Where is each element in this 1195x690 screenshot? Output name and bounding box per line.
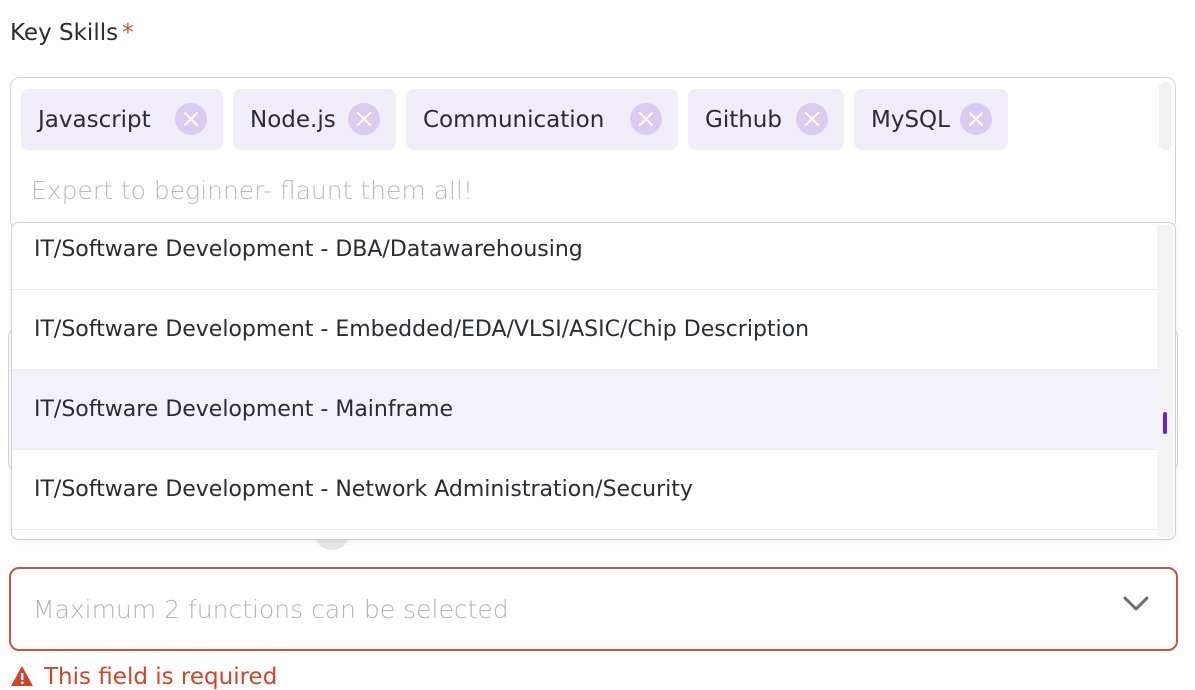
skill-chip-label: Javascript (38, 106, 151, 133)
skill-chip-label: Github (705, 106, 782, 133)
functions-select[interactable]: Maximum 2 functions can be selected (9, 567, 1178, 651)
error-icon (11, 666, 33, 686)
key-skills-label-text: Key Skills (10, 20, 119, 46)
error-text: This field is required (44, 664, 278, 690)
chevron-down-icon[interactable] (1122, 595, 1150, 617)
skill-chip-mysql: MySQL (854, 89, 1008, 150)
dropdown-scrollbar-thumb[interactable] (1163, 412, 1167, 434)
remove-chip-icon[interactable] (348, 103, 380, 135)
functions-placeholder: Maximum 2 functions can be selected (33, 594, 509, 624)
dropdown-option[interactable]: IT/Software Development - Network Admini… (12, 450, 1158, 530)
dropdown-option[interactable]: IT/Software Development - DBA/Datawareho… (12, 223, 1158, 290)
remove-chip-icon[interactable] (796, 103, 828, 135)
skills-scrollbar[interactable] (1159, 82, 1172, 150)
remove-chip-icon[interactable] (175, 103, 207, 135)
skill-chip-label: MySQL (871, 106, 950, 133)
skill-chip-label: Node.js (250, 106, 336, 133)
key-skills-field[interactable]: Javascript Node.js Communication Github … (10, 77, 1176, 230)
skill-chip-github: Github (688, 89, 844, 150)
dropdown-scrollbar[interactable] (1157, 225, 1173, 537)
dropdown-option-highlighted[interactable]: IT/Software Development - Mainframe (12, 370, 1158, 450)
required-marker: * (122, 20, 134, 46)
skill-chip-communication: Communication (406, 89, 678, 150)
remove-chip-icon[interactable] (630, 103, 662, 135)
skill-chip-nodejs: Node.js (233, 89, 396, 150)
remove-chip-icon[interactable] (960, 103, 992, 135)
key-skills-input[interactable] (31, 172, 1131, 208)
key-skills-label: Key Skills * (10, 20, 134, 46)
skills-suggestions-dropdown: IT/Software Development - DBA/Datawareho… (11, 222, 1176, 540)
dropdown-option[interactable]: IT/Software Development - Embedded/EDA/V… (12, 290, 1158, 370)
skill-chip-label: Communication (423, 106, 605, 133)
skill-chip-javascript: Javascript (21, 89, 223, 150)
functions-error: This field is required (10, 664, 277, 690)
